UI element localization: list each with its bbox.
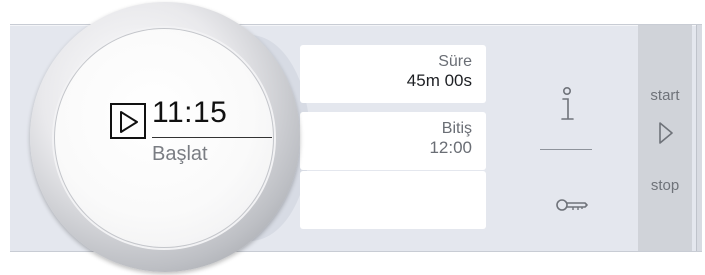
info-icon (561, 86, 574, 120)
dial-action-label: Başlat (152, 143, 208, 165)
end-time-value: 12:00 (429, 138, 472, 157)
dial-display: 11:15 Başlat (54, 28, 274, 248)
empty-field[interactable] (300, 171, 486, 229)
divider (540, 149, 592, 150)
end-time-label: Bitiş (441, 120, 472, 137)
end-time-field[interactable]: Bitiş 12:00 (300, 112, 486, 170)
duration-field[interactable]: Süre 45m 00s (300, 45, 486, 103)
dial-time: 11:15 (152, 96, 228, 129)
child-lock-button[interactable] (554, 193, 590, 217)
key-icon (556, 199, 588, 211)
info-button[interactable] (554, 85, 580, 127)
start-stop-button[interactable]: start stop (638, 25, 692, 251)
duration-label: Süre (438, 53, 472, 70)
play-button[interactable] (110, 103, 146, 139)
dial-time-underline (152, 137, 272, 138)
panel-frame-edge (696, 25, 702, 251)
play-icon (120, 111, 138, 133)
duration-value: 45m 00s (406, 71, 472, 90)
stop-label: stop (650, 177, 680, 194)
start-label: start (650, 87, 680, 104)
selector-dial[interactable]: 11:15 Başlat (30, 2, 300, 272)
start-stop-icon (659, 122, 673, 144)
